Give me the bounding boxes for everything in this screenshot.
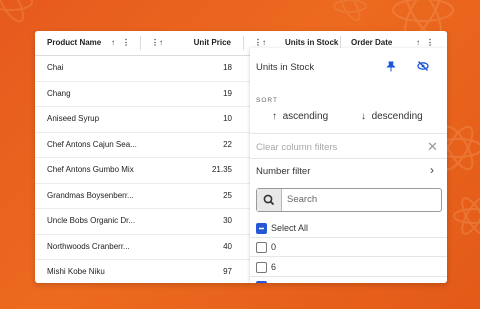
unit-price-cell: 21.35 bbox=[211, 165, 232, 174]
unit-price-cell: 25 bbox=[223, 190, 232, 200]
table-row[interactable]: Northwoods Cranberr... 40 bbox=[35, 235, 250, 260]
column-menu-title: Units in Stock bbox=[256, 62, 315, 73]
unit-price-cell: 10 bbox=[223, 114, 232, 123]
eye-off-icon[interactable] bbox=[417, 60, 429, 75]
divider bbox=[250, 276, 447, 277]
sort-ascending-button[interactable]: ↑ ascending bbox=[272, 111, 328, 122]
react-atom-icon bbox=[453, 197, 480, 235]
column-separator[interactable] bbox=[140, 36, 141, 50]
divider bbox=[250, 158, 447, 159]
unit-price-cell: 18 bbox=[223, 63, 232, 72]
table-row[interactable]: Mishi Kobe Niku 97 bbox=[35, 260, 250, 283]
divider bbox=[250, 133, 447, 134]
checkbox-select-all[interactable] bbox=[256, 223, 267, 234]
clear-filters-button[interactable]: Clear column filters bbox=[256, 142, 337, 153]
table-row[interactable]: Chang 19 bbox=[35, 82, 250, 107]
sort-section-label: SORT bbox=[256, 97, 278, 104]
vertical-dots-icon[interactable]: ⋮ bbox=[122, 31, 130, 55]
pin-icon[interactable] bbox=[386, 61, 396, 75]
column-header-product-name[interactable]: Product Name bbox=[47, 31, 101, 55]
column-separator[interactable] bbox=[243, 36, 244, 50]
product-name-cell: Chef Antons Cajun Sea... bbox=[47, 139, 137, 149]
chevron-right-icon[interactable]: › bbox=[430, 163, 434, 177]
search-icon bbox=[263, 194, 275, 206]
data-grid: Product Name ↑ ⋮ ⋮ ↑ Unit Price ⋮ ↑ Unit… bbox=[35, 31, 447, 283]
arrow-up-icon: ↑ bbox=[272, 111, 283, 122]
unit-price-cell: 30 bbox=[223, 216, 232, 225]
checkbox[interactable] bbox=[256, 281, 267, 283]
vertical-dots-icon[interactable]: ⋮ bbox=[151, 31, 159, 55]
product-name-cell: Northwoods Cranberr... bbox=[47, 241, 130, 251]
option-label: 0 bbox=[271, 242, 277, 252]
product-name-cell: Aniseed Syrup bbox=[47, 114, 100, 123]
react-atom-icon bbox=[0, 0, 33, 23]
checkbox[interactable] bbox=[256, 242, 267, 253]
product-name-cell: Grandmas Boysenberr... bbox=[47, 190, 134, 200]
table-row[interactable]: Chai 18 bbox=[35, 56, 250, 82]
unit-price-cell: 97 bbox=[223, 267, 232, 276]
table-row[interactable]: Grandmas Boysenberr... 25 bbox=[35, 184, 250, 209]
table-row[interactable]: Chef Antons Gumbo Mix 21.35 bbox=[35, 158, 250, 184]
number-filter-item[interactable]: Number filter bbox=[256, 166, 310, 177]
sort-descending-label: descending bbox=[371, 111, 423, 122]
arrow-up-icon[interactable]: ↑ bbox=[159, 31, 163, 55]
option-label: Select All bbox=[271, 223, 309, 233]
table-row[interactable]: Chef Antons Cajun Sea... 22 bbox=[35, 133, 250, 158]
divider bbox=[250, 237, 447, 238]
table-row[interactable]: Uncle Bobs Organic Dr... 30 bbox=[35, 209, 250, 235]
unit-price-cell: 40 bbox=[223, 241, 232, 251]
sort-descending-button[interactable]: ↓ descending bbox=[361, 111, 423, 122]
react-atom-icon bbox=[333, 0, 367, 22]
divider bbox=[250, 256, 447, 257]
arrow-up-icon[interactable]: ↑ bbox=[111, 31, 115, 55]
product-name-cell: Chef Antons Gumbo Mix bbox=[47, 165, 134, 174]
column-menu-panel: Units in Stock SORT ↑ ascending ↓ descen… bbox=[250, 48, 447, 283]
table-row[interactable]: Aniseed Syrup 10 bbox=[35, 107, 250, 133]
search-button[interactable] bbox=[257, 189, 282, 211]
unit-price-cell: 19 bbox=[223, 88, 232, 98]
unit-price-cell: 22 bbox=[223, 139, 232, 149]
product-name-cell: Chai bbox=[47, 63, 64, 72]
product-name-cell: Chang bbox=[47, 88, 71, 98]
arrow-down-icon: ↓ bbox=[361, 111, 372, 122]
product-name-cell: Uncle Bobs Organic Dr... bbox=[47, 216, 136, 225]
product-name-cell: Mishi Kobe Niku bbox=[47, 267, 105, 276]
search-field[interactable] bbox=[256, 188, 442, 212]
close-icon[interactable]: ✕ bbox=[427, 139, 438, 155]
column-header-unit-price[interactable]: Unit Price bbox=[194, 31, 231, 55]
grid-body: Chai 18 Chang 19 Aniseed Syrup 10 Chef A… bbox=[35, 56, 250, 283]
sort-ascending-label: ascending bbox=[282, 111, 329, 122]
option-label: 6 bbox=[271, 262, 277, 272]
checkbox[interactable] bbox=[256, 262, 267, 273]
search-input[interactable] bbox=[287, 192, 432, 207]
